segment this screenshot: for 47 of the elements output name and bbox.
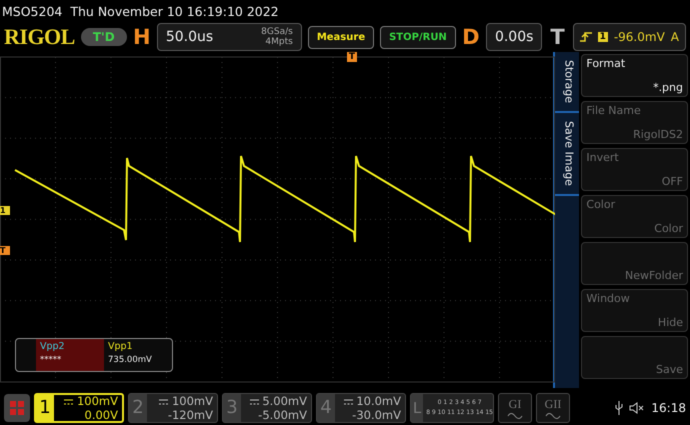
delay-panel[interactable]: 0.00s bbox=[486, 23, 542, 51]
clock-time: 16:18 bbox=[651, 400, 686, 414]
grid-icon bbox=[10, 400, 24, 414]
mode-badge: T'D bbox=[80, 28, 127, 46]
channel-button[interactable]: 4 10.0mV -30.0mV bbox=[316, 392, 406, 422]
measurement-value: ***** bbox=[40, 355, 62, 365]
measure-button[interactable]: Measure bbox=[308, 26, 374, 48]
generator-button[interactable]: GII bbox=[536, 392, 570, 422]
trigger-level: -96.0mV bbox=[614, 30, 665, 44]
dc-coupling-icon bbox=[159, 398, 168, 404]
measurement-label: Vpp1 bbox=[108, 341, 134, 352]
dc-coupling-icon bbox=[344, 398, 353, 404]
sample-rate: 8GSa/s bbox=[261, 27, 293, 37]
trigger-label: T bbox=[549, 25, 566, 49]
menu-button[interactable]: Format *.png bbox=[581, 54, 688, 97]
memory-depth: 4Mpts bbox=[264, 37, 293, 47]
measurement-label: Vpp2 bbox=[40, 341, 66, 352]
channel-button[interactable]: 2 100mV -120mV bbox=[128, 392, 218, 422]
home-button[interactable] bbox=[4, 394, 30, 422]
generator-button[interactable]: GI bbox=[498, 392, 532, 422]
timebase-value: 50.0us bbox=[166, 29, 214, 45]
model-name: MSO5204 bbox=[2, 4, 62, 18]
measurement-value: 735.00mV bbox=[108, 355, 153, 365]
channel-button[interactable]: 1 100mV 0.00V bbox=[34, 392, 124, 422]
dc-coupling-icon bbox=[64, 398, 74, 404]
brand-logo: RIGOL bbox=[4, 24, 75, 50]
sine-wave-icon bbox=[507, 412, 523, 418]
side-tab[interactable]: Save Image bbox=[555, 113, 580, 196]
channel-marker[interactable]: 1 bbox=[0, 206, 10, 215]
usb-icon bbox=[615, 400, 624, 414]
trigger-level-marker[interactable]: T bbox=[0, 246, 10, 255]
trigger-mode: A bbox=[670, 30, 679, 44]
rising-edge-icon bbox=[580, 31, 592, 43]
channel-button[interactable]: 3 5.00mV -5.00mV bbox=[222, 392, 312, 422]
delay-value: 0.00s bbox=[494, 29, 534, 45]
timebase-panel[interactable]: 50.0us 8GSa/s 4Mpts bbox=[156, 23, 302, 51]
trigger-source: 1 bbox=[598, 32, 608, 42]
run-stop-button[interactable]: STOP/RUN bbox=[380, 26, 456, 48]
date-time: Thu November 10 16:19:10 2022 bbox=[70, 4, 279, 18]
delay-label: D bbox=[462, 25, 480, 49]
trigger-panel[interactable]: 1 -96.0mV A bbox=[572, 23, 686, 51]
side-tab[interactable]: Storage bbox=[555, 52, 580, 114]
sine-wave-icon bbox=[545, 412, 561, 418]
trigger-position-marker[interactable]: T bbox=[347, 52, 357, 62]
horizontal-label: H bbox=[132, 25, 151, 49]
dc-coupling-icon bbox=[250, 398, 259, 404]
mute-icon bbox=[629, 402, 646, 414]
